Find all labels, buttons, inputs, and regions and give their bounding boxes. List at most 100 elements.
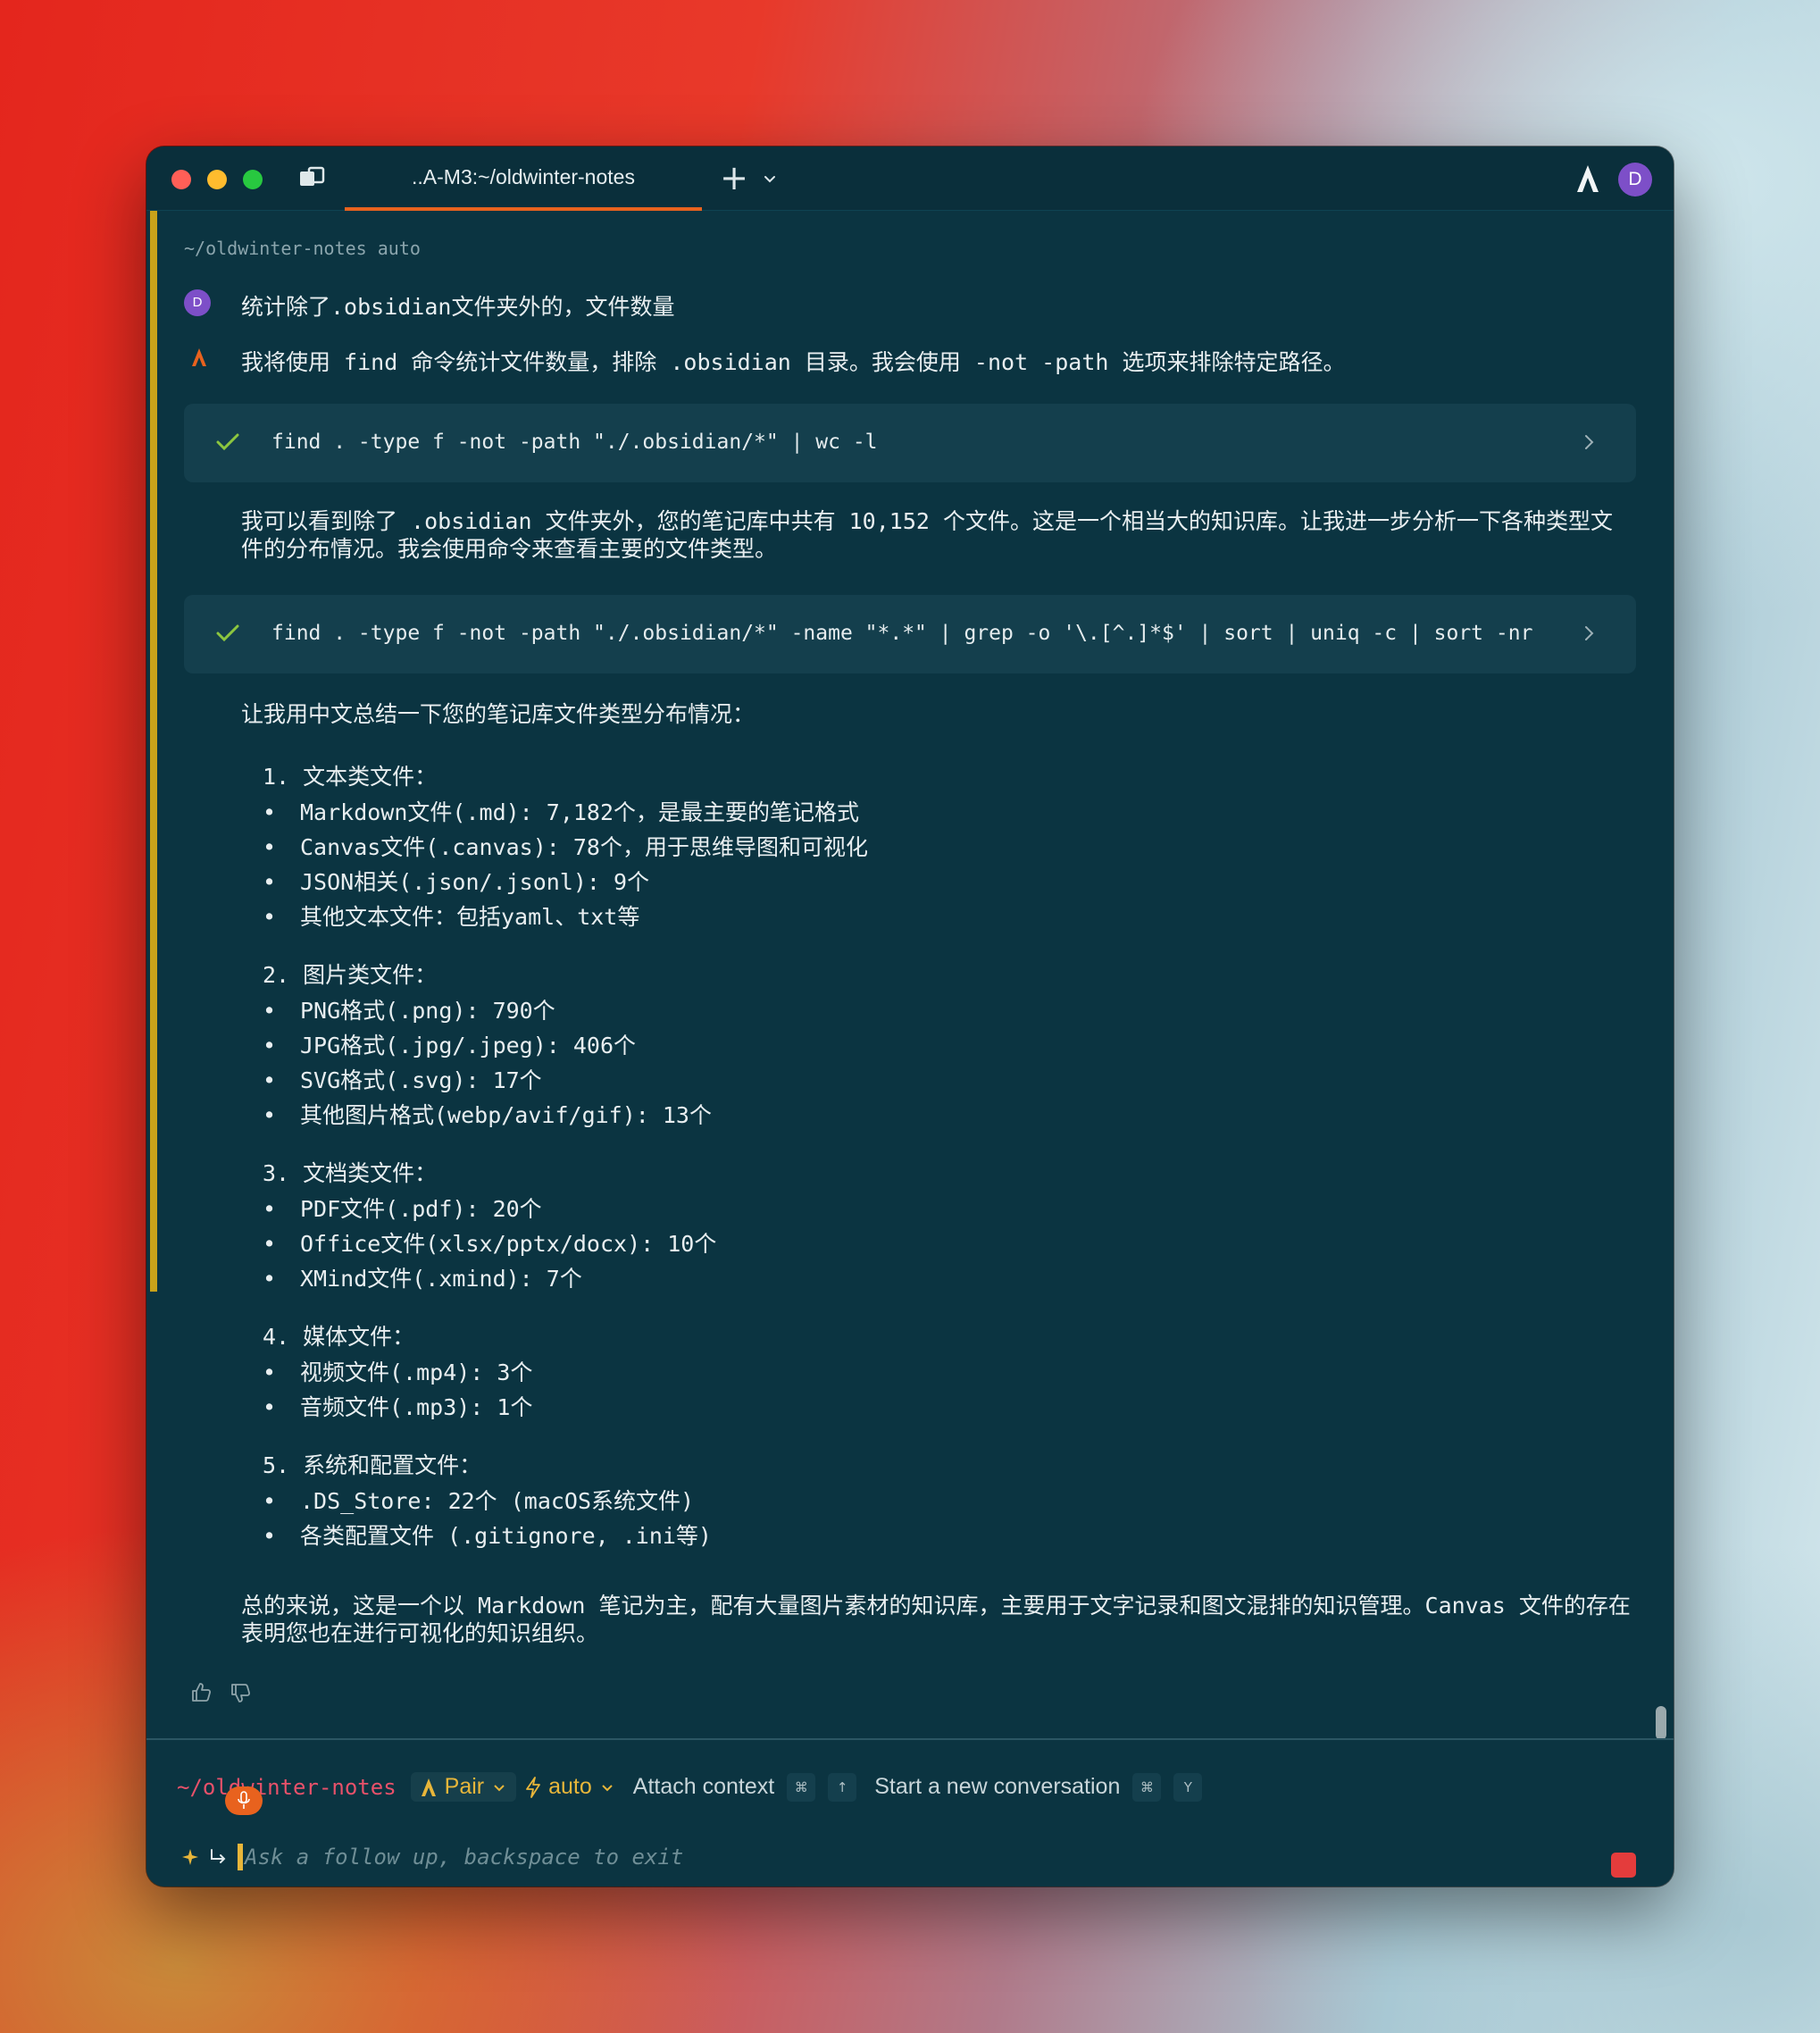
list-item-text: 音频文件(.mp3): 1个 (300, 1394, 533, 1420)
tab-active[interactable]: ..A-M3:~/oldwinter-notes (345, 146, 702, 211)
thumbs-down-icon[interactable] (229, 1681, 252, 1704)
section-title: 2. 图片类文件： (263, 962, 438, 988)
text-cursor (238, 1844, 243, 1870)
chevron-down-icon (494, 1784, 505, 1791)
list-item: • 其他文本文件：包括yaml、txt等 (263, 899, 639, 932)
close-window-button[interactable] (171, 170, 191, 189)
list-item-text: 其他图片格式(webp/avif/gif): 13个 (300, 1102, 712, 1128)
minimize-window-button[interactable] (207, 170, 227, 189)
list-item: • Office文件(xlsx/pptx/docx): 10个 (263, 1226, 716, 1259)
input-area: ~/oldwinter-notes Pair auto Attach conte… (146, 1738, 1674, 1887)
list-item: • 视频文件(.mp4): 3个 (263, 1355, 532, 1387)
list-item-text: JSON相关(.json/.jsonl): 9个 (300, 869, 650, 895)
bullet-dot: • (263, 1033, 277, 1058)
prompt-row: Ask a follow up, backspace to exit (180, 1844, 683, 1870)
model-selector[interactable]: auto (525, 1774, 615, 1800)
warp-logo-icon (421, 1778, 436, 1796)
list-item-text: 各类配置文件 (.gitignore, .ini等) (300, 1523, 712, 1549)
section-title: 4. 媒体文件： (263, 1324, 415, 1350)
shortcut-key: ⌘ (1132, 1772, 1162, 1802)
warp-logo-icon[interactable] (1572, 163, 1604, 195)
bullet-dot: • (263, 1266, 277, 1292)
assistant-intro: 我将使用 find 命令统计文件数量，排除 .obsidian 目录。我会使用 … (241, 349, 1346, 375)
bullet-dot: • (263, 869, 277, 895)
list-item: • Canvas文件(.canvas): 78个，用于思维导图和可视化 (263, 830, 868, 862)
list-item-text: 视频文件(.mp4): 3个 (300, 1360, 533, 1385)
shortcut-key: Y (1173, 1772, 1203, 1802)
list-item: • 各类配置文件 (.gitignore, .ini等) (263, 1518, 712, 1551)
plus-icon[interactable]: + (718, 161, 750, 195)
bullet-dot: • (263, 1102, 277, 1128)
list-item-text: XMind文件(.xmind): 7个 (300, 1266, 582, 1292)
thumbs-up-icon[interactable] (189, 1681, 213, 1704)
command-text: find . -type f -not -path "./.obsidian/*… (271, 431, 878, 454)
session-cwd: ~/oldwinter-notes auto (184, 238, 421, 259)
title-bar: ..A-M3:~/oldwinter-notes + D (146, 146, 1674, 211)
bullet-dot: • (263, 834, 277, 860)
bullet-dot: • (263, 1231, 277, 1257)
mode-label: Pair (444, 1774, 485, 1799)
bullet-dot: • (263, 1360, 277, 1385)
list-item-text: PDF文件(.pdf): 20个 (300, 1196, 542, 1222)
prompt-input[interactable]: Ask a follow up, backspace to exit (245, 1845, 683, 1870)
section-title: 1. 文本类文件： (263, 764, 438, 790)
chevron-right-icon[interactable] (1581, 622, 1599, 645)
bullet-dot: • (263, 998, 277, 1024)
list-item: • PDF文件(.pdf): 20个 (263, 1192, 542, 1224)
panes-icon[interactable] (298, 166, 325, 189)
bullet-dot: • (263, 1394, 277, 1420)
bullet-dot: • (263, 799, 277, 825)
avatar[interactable]: D (1618, 163, 1652, 197)
return-arrow-icon (211, 1849, 226, 1863)
shortcut-key: ↑ (828, 1772, 857, 1802)
list-item: • .DS_Store: 22个 (macOS系统文件) (263, 1484, 694, 1516)
command-block-2[interactable]: find . -type f -not -path "./.obsidian/*… (184, 595, 1636, 673)
context-path[interactable]: ~/oldwinter-notes (177, 1775, 397, 1800)
chevron-right-icon[interactable] (1581, 431, 1599, 454)
list-item-text: Markdown文件(.md): 7,182个，是最主要的笔记格式 (300, 799, 860, 825)
mode-selector[interactable]: Pair (410, 1772, 517, 1802)
summary-intro: 让我用中文总结一下您的笔记库文件类型分布情况： (241, 701, 756, 727)
list-item-text: PNG格式(.png): 790个 (300, 998, 555, 1024)
list-item: • 其他图片格式(webp/avif/gif): 13个 (263, 1098, 712, 1130)
chevron-down-icon (602, 1784, 613, 1791)
list-item: • JPG格式(.jpg/.jpeg): 406个 (263, 1028, 636, 1060)
warp-logo-icon (192, 348, 206, 366)
bullet-dot: • (263, 1488, 277, 1514)
list-item-text: Office文件(xlsx/pptx/docx): 10个 (300, 1231, 717, 1257)
command-text: find . -type f -not -path "./.obsidian/*… (271, 622, 1533, 645)
microphone-glyph (238, 1791, 250, 1809)
check-icon (216, 433, 239, 451)
user-message-avatar-row: D (184, 289, 211, 316)
shortcut-key: ⌘ (787, 1772, 816, 1802)
scrollbar-thumb[interactable] (1656, 1706, 1666, 1740)
bullet-dot: • (263, 1067, 277, 1093)
microphone-icon[interactable] (225, 1786, 263, 1815)
list-item: • SVG格式(.svg): 17个 (263, 1063, 542, 1095)
model-label: auto (548, 1774, 592, 1799)
attach-context-button[interactable]: Attach context (633, 1774, 774, 1800)
list-item-text: .DS_Store: 22个 (macOS系统文件) (300, 1488, 695, 1514)
bullet-dot: • (263, 1196, 277, 1222)
section-title: 5. 系统和配置文件： (263, 1452, 482, 1478)
check-icon (216, 624, 239, 642)
section-title: 3. 文档类文件： (263, 1160, 438, 1186)
command-block-1[interactable]: find . -type f -not -path "./.obsidian/*… (184, 404, 1636, 482)
conclusion-paragraph: 总的来说，这是一个以 Markdown 笔记为主，配有大量图片素材的知识库，主要… (241, 1593, 1631, 1646)
maximize-window-button[interactable] (243, 170, 263, 189)
stop-icon[interactable] (1611, 1853, 1636, 1878)
result-paragraph-1: 我可以看到除了 .obsidian 文件夹外，您的笔记库中共有 10,152 个… (241, 508, 1613, 562)
list-item-text: JPG格式(.jpg/.jpeg): 406个 (300, 1033, 637, 1058)
sparkle-icon (182, 1849, 198, 1865)
list-item-text: SVG格式(.svg): 17个 (300, 1067, 542, 1093)
lightning-icon (526, 1776, 541, 1798)
new-conversation-button[interactable]: Start a new conversation (874, 1774, 1120, 1800)
chevron-down-icon[interactable] (759, 168, 781, 189)
context-row: ~/oldwinter-notes Pair auto Attach conte… (177, 1772, 1203, 1802)
active-block-indicator (150, 211, 157, 1292)
bullet-dot: • (263, 904, 277, 930)
list-item: • XMind文件(.xmind): 7个 (263, 1261, 582, 1293)
user-avatar: D (184, 289, 211, 316)
list-item: • PNG格式(.png): 790个 (263, 993, 555, 1025)
list-item: • 音频文件(.mp3): 1个 (263, 1390, 532, 1422)
